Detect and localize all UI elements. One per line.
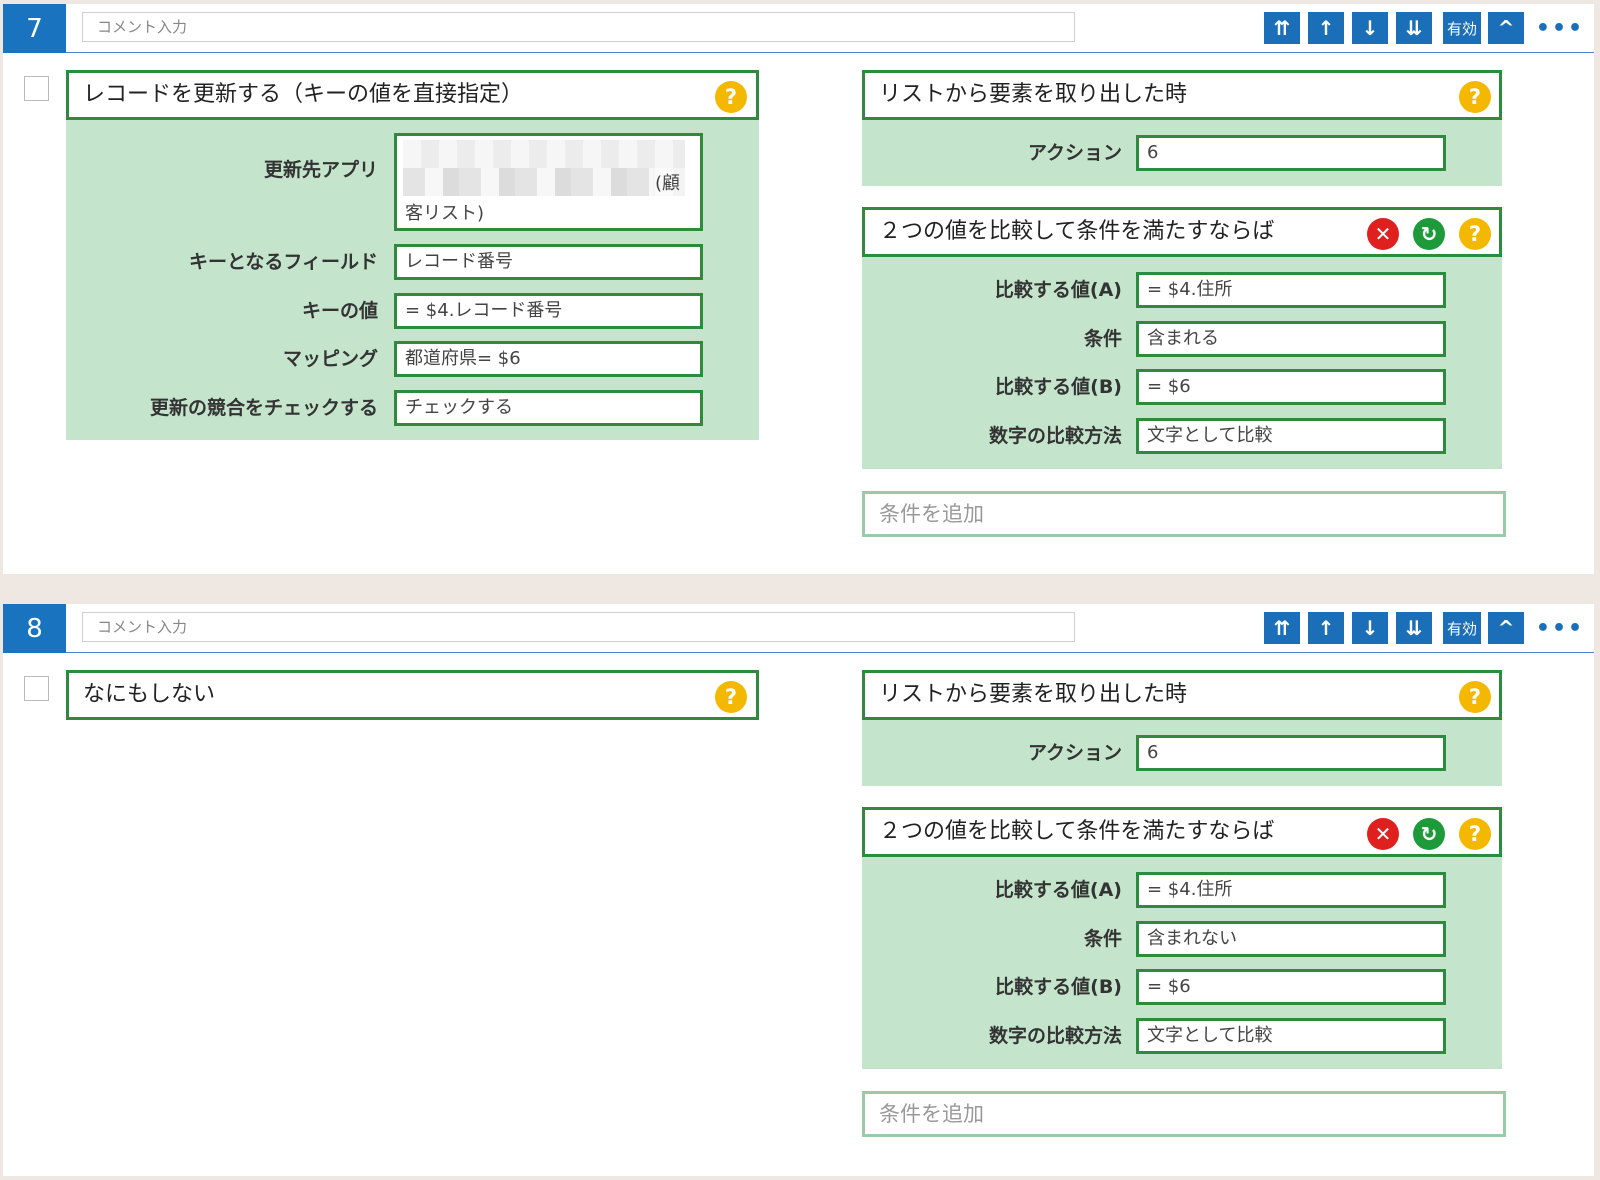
action-title-text: レコードを更新する（キーの値を直接指定） (83, 82, 524, 107)
setting-label: 比較する値(A) (994, 279, 1122, 301)
move-up-button[interactable]: ↑ (1308, 612, 1344, 644)
target-app-field[interactable]: (顧 客リスト) (394, 133, 703, 231)
condition-select[interactable]: 含まれる (1136, 321, 1446, 357)
collapse-button[interactable]: ^ (1488, 12, 1524, 44)
action-panel: なにもしない ? (66, 670, 759, 720)
mapping-field[interactable]: 都道府県= $6 (394, 341, 703, 377)
key-field-select[interactable]: レコード番号 (394, 244, 703, 280)
step-header: 7 コメント入力 ⇈ ↑ ↓ ⇊ 有効 ^ ••• (3, 4, 1594, 53)
question-icon[interactable]: ? (1459, 81, 1491, 113)
step-block-7: 7 コメント入力 ⇈ ↑ ↓ ⇊ 有効 ^ ••• レコードを更新する（キーの値… (3, 4, 1594, 574)
more-menu-button[interactable]: ••• (1536, 612, 1582, 644)
condition-settings: 比較する値(A) = $4.住所 条件 含まれない 比較する値(B) = $6 … (862, 857, 1502, 1069)
setting-label: 比較する値(A) (994, 879, 1122, 901)
question-icon[interactable]: ? (1459, 818, 1491, 850)
setting-label: 比較する値(B) (995, 376, 1122, 398)
more-menu-button[interactable]: ••• (1536, 12, 1582, 44)
step-header: 8 コメント入力 ⇈ ↑ ↓ ⇊ 有効 ^ ••• (3, 604, 1594, 653)
close-icon[interactable]: ✕ (1367, 218, 1399, 250)
move-down-button[interactable]: ↓ (1352, 612, 1388, 644)
conflict-check-field[interactable]: チェックする (394, 390, 703, 426)
condition-title-text: ２つの値を比較して条件を満たすならば (879, 819, 1275, 844)
setting-label: 更新の競合をチェックする (149, 397, 378, 419)
action-title[interactable]: レコードを更新する（キーの値を直接指定） ? (66, 70, 759, 120)
move-down-button[interactable]: ↓ (1352, 12, 1388, 44)
step-number: 8 (3, 604, 66, 653)
trigger-title[interactable]: リストから要素を取り出した時 ? (862, 670, 1502, 720)
trigger-settings: アクション 6 (862, 120, 1502, 186)
condition-settings: 比較する値(A) = $4.住所 条件 含まれる 比較する値(B) = $6 数… (862, 257, 1502, 469)
move-bottom-button[interactable]: ⇊ (1396, 612, 1432, 644)
move-up-button[interactable]: ↑ (1308, 12, 1344, 44)
condition-title[interactable]: ２つの値を比較して条件を満たすならば ✕ ↻ ? (862, 807, 1502, 857)
trigger-panel: リストから要素を取り出した時 ? アクション 6 (862, 670, 1502, 786)
collapse-button[interactable]: ^ (1488, 612, 1524, 644)
action-title[interactable]: なにもしない ? (66, 670, 759, 720)
question-icon[interactable]: ? (715, 681, 747, 713)
refresh-icon[interactable]: ↻ (1413, 218, 1445, 250)
setting-label: 比較する値(B) (995, 976, 1122, 998)
number-compare-method-select[interactable]: 文字として比較 (1136, 1018, 1446, 1054)
setting-label: キーの値 (301, 300, 378, 322)
action-panel: レコードを更新する（キーの値を直接指定） ? 更新先アプリ (顧 客リスト) キ… (66, 70, 759, 440)
trigger-settings: アクション 6 (862, 720, 1502, 786)
refresh-icon[interactable]: ↻ (1413, 818, 1445, 850)
action-value-field[interactable]: 6 (1136, 735, 1446, 771)
setting-label: 条件 (1083, 928, 1122, 950)
move-top-button[interactable]: ⇈ (1264, 12, 1300, 44)
redacted-app-name-part (403, 168, 653, 196)
step-block-8: 8 コメント入力 ⇈ ↑ ↓ ⇊ 有効 ^ ••• なにもしない ? リストから… (3, 604, 1594, 1176)
question-icon[interactable]: ? (1459, 681, 1491, 713)
move-top-button[interactable]: ⇈ (1264, 612, 1300, 644)
action-title-text: なにもしない (83, 682, 216, 707)
setting-label: 数字の比較方法 (988, 1025, 1122, 1047)
condition-select[interactable]: 含まれない (1136, 921, 1446, 957)
close-icon[interactable]: ✕ (1367, 818, 1399, 850)
compare-value-b-field[interactable]: = $6 (1136, 369, 1446, 405)
compare-value-a-field[interactable]: = $4.住所 (1136, 272, 1446, 308)
add-condition-button[interactable]: 条件を追加 (862, 1091, 1506, 1137)
compare-value-b-field[interactable]: = $6 (1136, 969, 1446, 1005)
action-value-field[interactable]: 6 (1136, 135, 1446, 171)
setting-label: 条件 (1083, 328, 1122, 350)
condition-panel: ２つの値を比較して条件を満たすならば ✕ ↻ ? 比較する値(A) = $4.住… (862, 807, 1502, 1069)
setting-label: アクション (1027, 142, 1122, 164)
setting-label: アクション (1027, 742, 1122, 764)
target-app-value-tail: (顧 (655, 173, 681, 194)
setting-label: 更新先アプリ (263, 159, 378, 181)
target-app-value-line2: 客リスト) (405, 203, 485, 224)
trigger-title[interactable]: リストから要素を取り出した時 ? (862, 70, 1502, 120)
question-icon[interactable]: ? (715, 81, 747, 113)
setting-label: キーとなるフィールド (188, 251, 378, 273)
move-bottom-button[interactable]: ⇊ (1396, 12, 1432, 44)
setting-label: 数字の比較方法 (988, 425, 1122, 447)
condition-title-text: ２つの値を比較して条件を満たすならば (879, 219, 1275, 244)
valid-toggle-button[interactable]: 有効 (1443, 612, 1481, 644)
condition-panel: ２つの値を比較して条件を満たすならば ✕ ↻ ? 比較する値(A) = $4.住… (862, 207, 1502, 469)
question-icon[interactable]: ? (1459, 218, 1491, 250)
select-checkbox[interactable] (24, 676, 49, 701)
comment-input[interactable]: コメント入力 (82, 612, 1075, 642)
setting-label: マッピング (282, 348, 378, 370)
select-checkbox[interactable] (24, 76, 49, 101)
trigger-title-text: リストから要素を取り出した時 (879, 682, 1188, 707)
comment-input[interactable]: コメント入力 (82, 12, 1075, 42)
compare-value-a-field[interactable]: = $4.住所 (1136, 872, 1446, 908)
add-condition-button[interactable]: 条件を追加 (862, 491, 1506, 537)
trigger-panel: リストから要素を取り出した時 ? アクション 6 (862, 70, 1502, 186)
trigger-title-text: リストから要素を取り出した時 (879, 82, 1188, 107)
action-settings: 更新先アプリ (顧 客リスト) キーとなるフィールド レコード番号 キーの値 =… (66, 120, 759, 440)
valid-toggle-button[interactable]: 有効 (1443, 12, 1481, 44)
number-compare-method-select[interactable]: 文字として比較 (1136, 418, 1446, 454)
step-number: 7 (3, 4, 66, 53)
condition-title[interactable]: ２つの値を比較して条件を満たすならば ✕ ↻ ? (862, 207, 1502, 257)
key-value-field[interactable]: = $4.レコード番号 (394, 293, 703, 329)
